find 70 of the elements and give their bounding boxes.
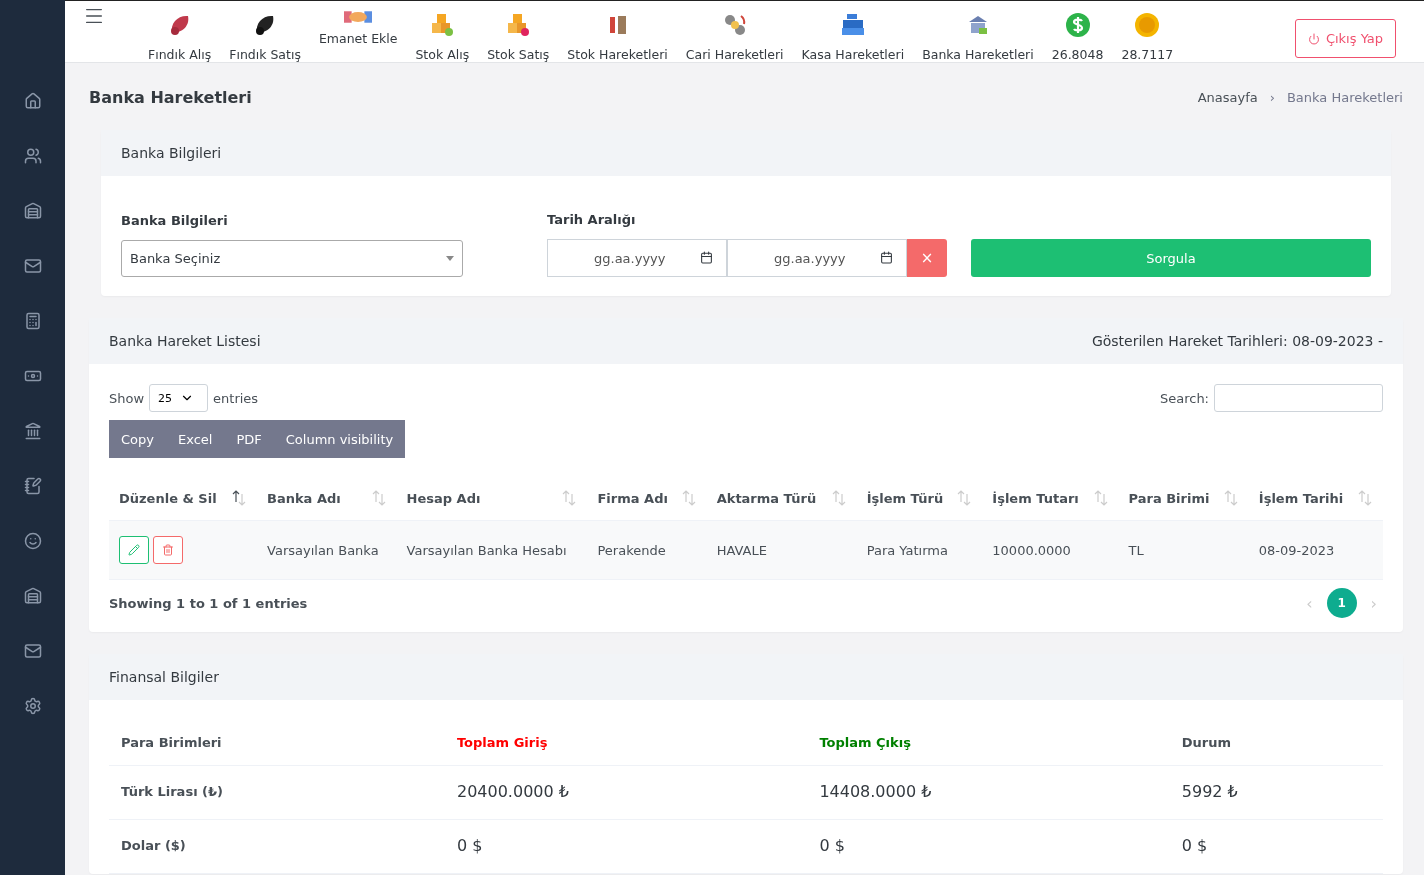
column-header[interactable]: İşlem Tutarı [982, 476, 1119, 521]
logout-button[interactable]: Çıkış Yap [1294, 19, 1396, 58]
nav-item[interactable]: Stok Alış [406, 1, 479, 62]
nav-item[interactable]: Stok Satış [478, 1, 559, 62]
currency-name: Dolar ($) [109, 819, 445, 874]
table-cell: Perakende [587, 520, 707, 580]
column-header[interactable]: Aktarma Türü [706, 476, 857, 521]
nav-item[interactable]: 26.8048 [1042, 1, 1113, 62]
column-header[interactable]: Düzenle & Sil [109, 476, 258, 521]
pencil-icon [128, 544, 140, 556]
power-icon [1307, 32, 1320, 45]
column-header: Durum [1169, 720, 1383, 766]
calendar-icon[interactable] [880, 251, 893, 264]
amount-cell: 0 $ [807, 819, 1170, 874]
amount-cell: 5992 ₺ [1169, 765, 1383, 820]
entries-label: entries [213, 390, 259, 406]
nav-item[interactable]: Emanet Ekle [309, 1, 407, 46]
nav-item[interactable]: 28.7117 [1112, 1, 1183, 62]
euro-coin-icon [1133, 11, 1162, 39]
nav-item[interactable]: Banka Hareketleri [913, 1, 1043, 62]
table-cell: TL [1118, 520, 1249, 580]
column-header: Toplam Giriş [444, 720, 808, 766]
calendar-icon[interactable] [700, 251, 713, 264]
nav-item[interactable]: Kasa Hareketleri [792, 1, 914, 62]
amount-cell: 0 $ [444, 819, 808, 874]
delete-button[interactable] [153, 536, 183, 564]
start-date-field[interactable]: gg.aa.yyyy [547, 239, 727, 277]
table-cell: Varsayılan Banka [257, 520, 397, 580]
column-header: Para Birimleri [109, 720, 445, 766]
handshake-icon [344, 11, 373, 23]
column-header[interactable]: Banka Adı [257, 476, 397, 521]
entries-info: Showing 1 to 1 of 1 entries [109, 595, 308, 611]
card-title: Banka Bilgileri [121, 145, 222, 161]
trash-icon [162, 544, 174, 556]
card-title: Finansal Bilgiler [109, 669, 219, 685]
table-cell: Varsayılan Banka Hesabı [396, 520, 588, 580]
search-label: Search: [1159, 390, 1209, 406]
amount-cell: 20400.0000 ₺ [444, 765, 808, 820]
currency-name: Türk Lirası (₺) [109, 765, 445, 820]
column-header[interactable]: İşlem Türü [856, 476, 983, 521]
nav-item[interactable]: Fındık Alış [139, 1, 221, 62]
bank-select[interactable]: Banka Seçiniz [121, 240, 463, 277]
date-range-text: Gösterilen Hareket Tarihleri: 08-09-2023 - [1091, 333, 1383, 349]
show-label: Show [109, 390, 145, 406]
nav-item[interactable]: Fındık Satış [220, 1, 310, 62]
breadcrumb-link[interactable]: Banka Hareketleri [1286, 89, 1403, 105]
nav-item[interactable]: Cari Hareketleri [676, 1, 793, 62]
nav-item[interactable]: Stok Hareketleri [558, 1, 677, 62]
table-cell: HAVALE [706, 520, 857, 580]
table-cell: Para Yatırma [856, 520, 983, 580]
column-header[interactable]: Hesap Adı [396, 476, 588, 521]
column-header: Toplam Çıkış [807, 720, 1170, 766]
card-title: Banka Hareket Listesi [109, 333, 261, 349]
amount-cell: 14408.0000 ₺ [807, 765, 1170, 820]
column-header[interactable]: Para Birimi [1118, 476, 1249, 521]
column-header[interactable]: İşlem Tarihi [1248, 476, 1383, 521]
end-date-field[interactable]: gg.aa.yyyy [727, 239, 907, 277]
amount-cell: 0 $ [1169, 819, 1383, 874]
table-cell: 08-09-2023 [1248, 520, 1383, 580]
search-field[interactable] [1214, 384, 1383, 412]
page-title: Banka Hareketleri [89, 87, 252, 107]
breadcrumb-separator: › [1269, 89, 1275, 105]
column-header[interactable]: Firma Adı [587, 476, 707, 521]
caret-icon [446, 256, 454, 261]
page-size-select[interactable]: 25 [149, 384, 209, 412]
field-label: Tarih Aralığı [547, 212, 637, 227]
dollar-coin-icon [1063, 11, 1092, 39]
table-cell: 10000.0000 [982, 520, 1119, 580]
breadcrumb-link[interactable]: Anasayfa [1197, 89, 1258, 105]
field-label: Banka Bilgileri [121, 213, 229, 228]
